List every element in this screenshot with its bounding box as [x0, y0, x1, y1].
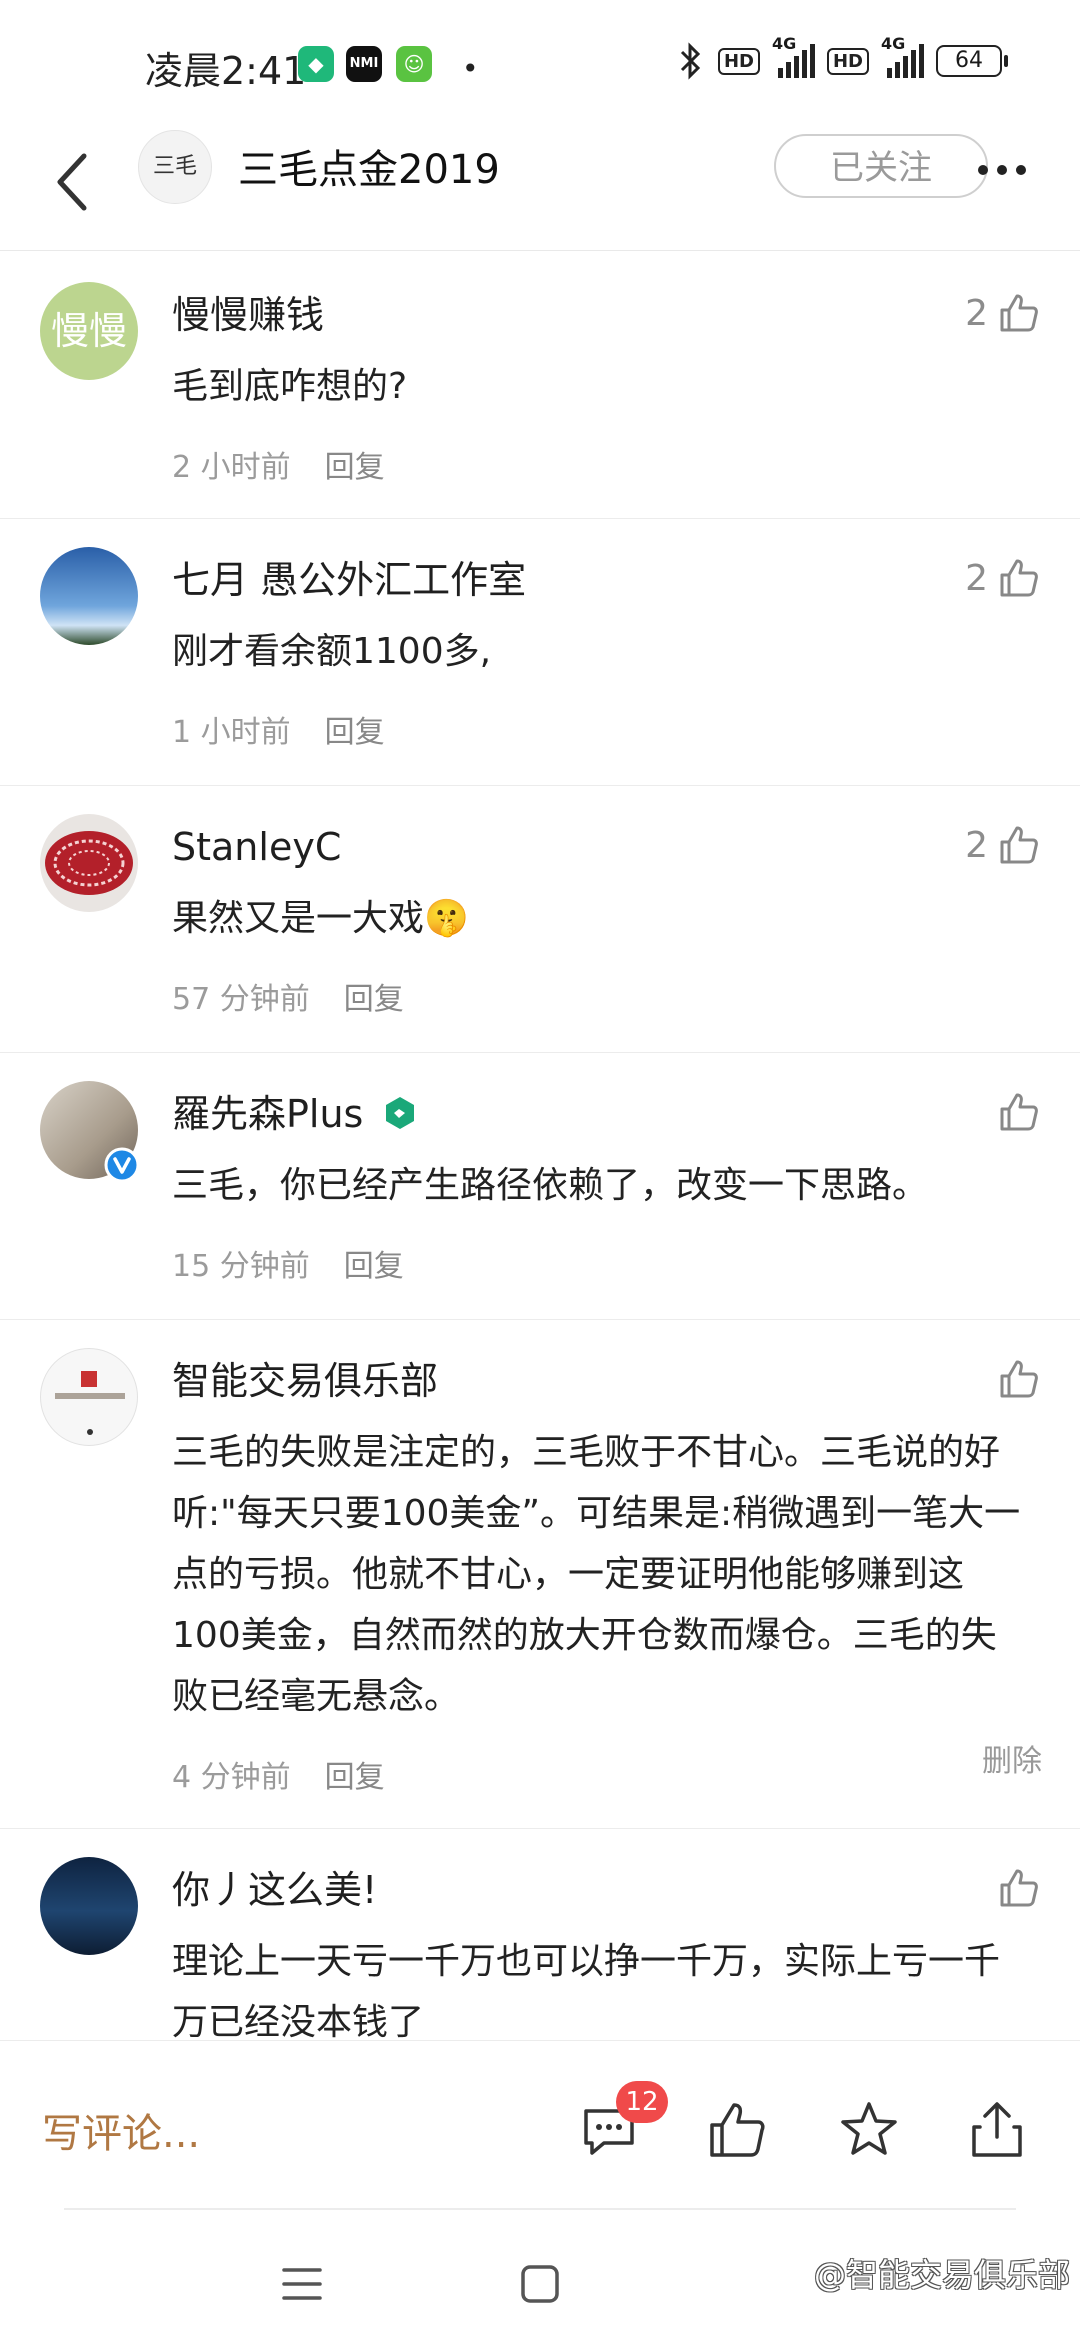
star-icon[interactable] — [838, 2099, 900, 2161]
bottom-action-bar: 写评论... 12 — [0, 2040, 1080, 2241]
write-comment-input[interactable]: 写评论... — [42, 2101, 200, 2159]
comment-count-badge: 12 — [616, 2081, 668, 2123]
bluetooth-icon — [680, 42, 701, 80]
more-notifications-dot: • — [462, 52, 479, 85]
like-button[interactable] — [998, 1091, 1040, 1133]
divider — [64, 2208, 1016, 2210]
comment-time: 2 小时前 — [172, 450, 291, 485]
commenter-avatar[interactable]: 慢慢 — [40, 282, 138, 380]
commenter-name[interactable]: 智能交易俱乐部 — [172, 1356, 438, 1406]
commenter-name[interactable]: 七月 愚公外汇工作室 — [172, 555, 526, 605]
comment-text: 三毛的失败是注定的，三毛败于不甘心。三毛说的好听:"每天只要100美金”。可结果… — [172, 1432, 1021, 1717]
more-options-icon[interactable] — [978, 160, 1042, 180]
back-icon[interactable] — [44, 142, 104, 222]
verified-badge-icon — [104, 1147, 140, 1183]
like-button[interactable]: 2 — [965, 557, 1040, 599]
commenter-avatar[interactable] — [40, 814, 138, 912]
network-type: 4G — [771, 34, 797, 53]
reply-button[interactable]: 回复 — [325, 450, 385, 485]
comment-text: 果然又是一大戏🤫 — [172, 898, 469, 939]
author-avatar[interactable]: 三毛 — [138, 130, 212, 204]
delete-button[interactable]: 删除 — [982, 1736, 1042, 1780]
like-count: 2 — [965, 557, 988, 599]
comment-item: 智能交易俱乐部 三毛的失败是注定的，三毛败于不甘心。三毛说的好听:"每天只要10… — [0, 1320, 1080, 1829]
share-icon[interactable] — [966, 2099, 1028, 2161]
reply-button[interactable]: 回复 — [344, 1249, 404, 1284]
comment-item: 七月 愚公外汇工作室 2 刚才看余额1100多, 1 小时前 回复 — [0, 519, 1080, 786]
commenter-name-text: 羅先森Plus — [172, 1092, 364, 1136]
follow-button[interactable]: 已关注 — [774, 134, 988, 198]
logo-text-bar — [55, 1393, 125, 1399]
clock: 凌晨2:41 — [145, 49, 307, 93]
member-badge-icon — [386, 1097, 415, 1129]
thumbs-up-icon — [1000, 826, 1038, 864]
signal-icon: 4G — [772, 34, 815, 78]
reply-button[interactable]: 回复 — [344, 982, 404, 1017]
like-count: 2 — [965, 824, 988, 866]
thumbs-up-icon — [1000, 294, 1038, 332]
reply-button[interactable]: 回复 — [325, 715, 385, 750]
signal-icon-2: 4G — [881, 34, 924, 78]
commenter-name[interactable]: StanleyC — [172, 822, 341, 872]
comment-time: 15 分钟前 — [172, 1249, 310, 1284]
comment-meta: 15 分钟前 回复 — [172, 1241, 404, 1285]
home-nav-icon[interactable] — [518, 2262, 562, 2306]
thumbs-up-icon — [1000, 1093, 1038, 1131]
avatar-text: 慢慢 — [50, 309, 127, 353]
battery-icon: 64 — [936, 45, 1008, 77]
like-button[interactable]: 2 — [965, 292, 1040, 334]
commenter-name[interactable]: 羅先森Plus — [172, 1089, 417, 1139]
comment-meta: 1 小时前 回复 — [172, 707, 385, 751]
like-count: 2 — [965, 292, 988, 334]
comment-meta: 4 分钟前 回复 — [172, 1752, 385, 1796]
commenter-name[interactable]: 慢慢赚钱 — [172, 290, 324, 340]
hd-badge: HD — [717, 47, 760, 75]
like-button[interactable] — [998, 1867, 1040, 1909]
reply-button[interactable]: 回复 — [325, 1760, 385, 1795]
commenter-avatar[interactable] — [40, 1857, 138, 1955]
hd-badge-2: HD — [826, 47, 869, 75]
comment-item: StanleyC 2 果然又是一大戏🤫 57 分钟前 回复 — [0, 786, 1080, 1053]
cat-app-icon: ☺ — [396, 46, 432, 82]
menu-nav-icon[interactable] — [280, 2262, 324, 2306]
watermark: @智能交易俱乐部 — [813, 2256, 1070, 2294]
commenter-name[interactable]: 你丿这么美! — [172, 1865, 377, 1915]
nmi-app-icon: NMI — [346, 46, 382, 82]
status-bar: 凌晨2:41 ◆ NMI ☺ • HD 4G HD 4G 64 — [0, 0, 1080, 120]
logo-dot — [87, 1429, 93, 1435]
comment-text: 三毛，你已经产生路径依赖了，改变一下思路。 — [172, 1165, 929, 1206]
comment-text: 刚才看余额1100多, — [172, 631, 492, 672]
thumbs-up-icon — [1000, 1869, 1038, 1907]
comment-item: 慢慢 慢慢赚钱 2 毛到底咋想的? 2 小时前 回复 — [0, 252, 1080, 519]
comment-meta: 57 分钟前 回复 — [172, 974, 404, 1018]
network-type-2: 4G — [881, 34, 906, 53]
logo-mark — [81, 1371, 97, 1387]
shield-app-icon: ◆ — [298, 46, 334, 82]
avatar-pattern — [45, 831, 133, 895]
comment-time: 4 分钟前 — [172, 1760, 291, 1795]
comment-time: 1 小时前 — [172, 715, 291, 750]
comment-time: 57 分钟前 — [172, 982, 310, 1017]
commenter-avatar[interactable] — [40, 1348, 138, 1446]
thumbs-up-icon — [1000, 1360, 1038, 1398]
comment-item: 羅先森Plus 三毛，你已经产生路径依赖了，改变一下思路。 15 分钟前 回复 — [0, 1053, 1080, 1320]
comment-text: 毛到底咋想的? — [172, 366, 408, 407]
thumbs-up-icon[interactable] — [706, 2099, 768, 2161]
comment-text: 理论上一天亏一千万也可以挣一千万，实际上亏一千万已经没本钱了 — [172, 1941, 1001, 2040]
page-title: 三毛点金2019 — [238, 147, 500, 193]
author-avatar-label: 三毛 — [152, 154, 197, 179]
commenter-avatar[interactable] — [40, 547, 138, 645]
like-button[interactable]: 2 — [965, 824, 1040, 866]
comment-meta: 2 小时前 回复 — [172, 442, 385, 486]
thumbs-up-icon — [1000, 559, 1038, 597]
like-button[interactable] — [998, 1358, 1040, 1400]
comment-item: 你丿这么美! 理论上一天亏一千万也可以挣一千万，实际上亏一千万已经没本钱了 — [0, 1829, 1080, 2040]
